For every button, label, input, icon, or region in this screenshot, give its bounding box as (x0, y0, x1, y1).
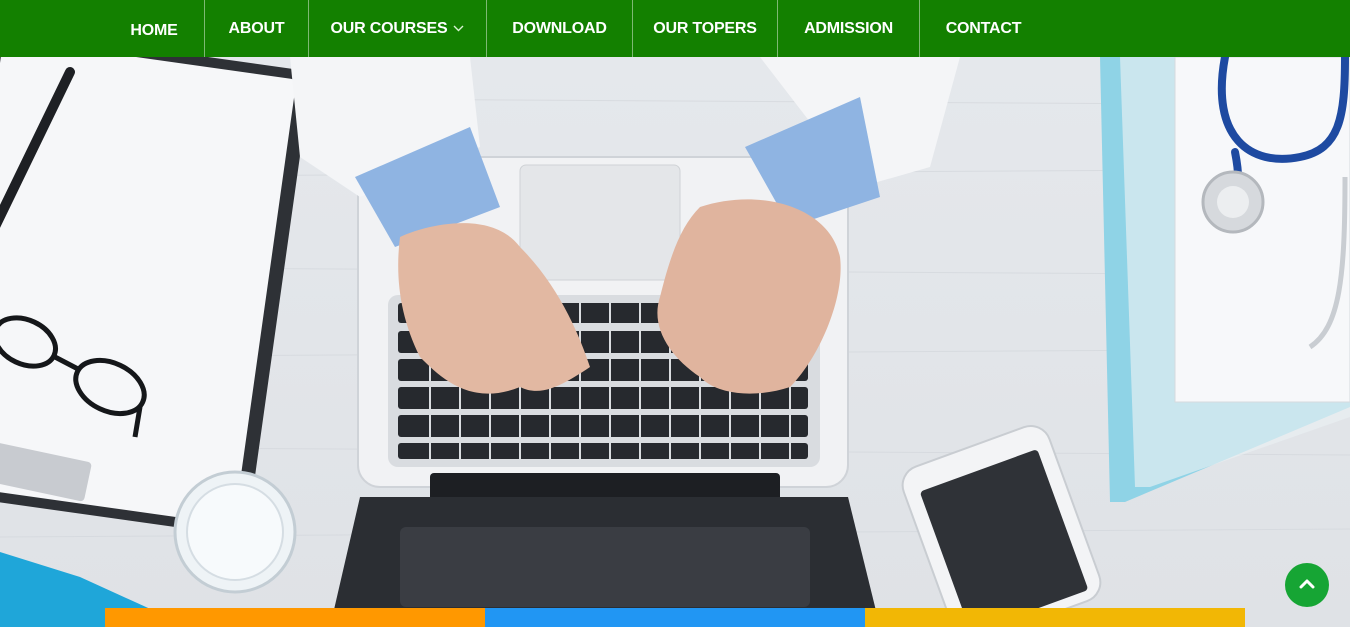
phone-illustration (901, 425, 1102, 627)
chevron-down-icon (453, 25, 464, 32)
nav-menu: HOME ABOUT OUR COURSES DOWNLOAD OUR TOPE… (104, 0, 1047, 57)
nav-home-label: HOME (130, 21, 178, 39)
water-glass-illustration (173, 470, 297, 594)
nav-download[interactable]: DOWNLOAD (487, 0, 633, 57)
nav-our-topers-label: OUR TOPERS (653, 19, 757, 37)
nav-contact[interactable]: CONTACT (920, 0, 1047, 57)
nav-admission-label: ADMISSION (804, 19, 893, 37)
nav-our-topers[interactable]: OUR TOPERS (633, 0, 778, 57)
accent-bar-blue (485, 608, 865, 627)
top-navigation-bar: HOME ABOUT OUR COURSES DOWNLOAD OUR TOPE… (0, 0, 1350, 57)
chevron-up-icon (1299, 576, 1315, 594)
nav-our-courses-label: OUR COURSES (330, 19, 448, 37)
scroll-to-top-button[interactable] (1285, 563, 1329, 607)
nav-contact-label: CONTACT (945, 19, 1022, 37)
hero-banner (0, 57, 1350, 627)
clipboard-illustration (0, 57, 310, 535)
hero-illustration (0, 57, 1350, 627)
accent-bar-orange (105, 608, 485, 627)
nav-about-label: ABOUT (228, 19, 285, 37)
nav-about[interactable]: ABOUT (205, 0, 309, 57)
accent-bar-yellow (865, 608, 1245, 627)
nav-admission[interactable]: ADMISSION (778, 0, 920, 57)
nav-download-label: DOWNLOAD (512, 19, 607, 37)
nav-home[interactable]: HOME (104, 0, 205, 57)
nav-our-courses[interactable]: OUR COURSES (309, 0, 487, 57)
